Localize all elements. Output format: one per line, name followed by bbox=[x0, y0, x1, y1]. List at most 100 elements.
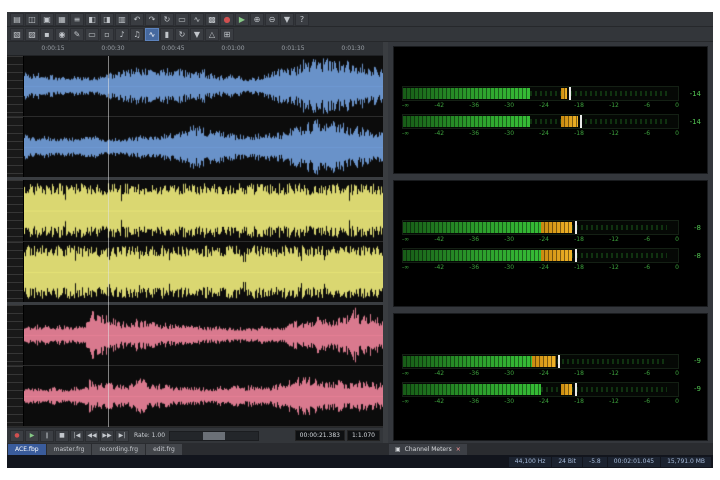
waveform-canvas[interactable] bbox=[24, 242, 383, 302]
undo-icon[interactable]: ↶ bbox=[130, 13, 144, 26]
peak-readout[interactable]: -9 bbox=[679, 357, 701, 365]
track-3-channel-left[interactable] bbox=[7, 305, 383, 366]
record-button[interactable]: ● bbox=[10, 430, 24, 442]
file-tab-edit-frg[interactable]: edit.frg bbox=[146, 444, 182, 455]
plugin-chain-icon[interactable]: ⊞ bbox=[220, 28, 234, 41]
meter-peak-line bbox=[558, 355, 560, 368]
markers-bar-icon[interactable]: ▼ bbox=[190, 28, 204, 41]
waveform-canvas[interactable] bbox=[24, 56, 383, 116]
track-1-channel-right[interactable] bbox=[7, 117, 383, 180]
record-icon[interactable]: ● bbox=[220, 13, 234, 26]
peak-readout[interactable]: -8 bbox=[679, 224, 701, 232]
zoom-out-icon[interactable]: ⊖ bbox=[265, 13, 279, 26]
horizontal-scrollbar[interactable] bbox=[169, 431, 259, 441]
zoom-in-icon[interactable]: ⊕ bbox=[250, 13, 264, 26]
open-file-icon[interactable]: ◫ bbox=[25, 13, 39, 26]
channel-meters-tab[interactable]: ▣ Channel Meters × bbox=[389, 444, 467, 455]
waveform-canvas[interactable] bbox=[24, 180, 383, 240]
track-3-channel-right[interactable] bbox=[7, 366, 383, 427]
cut-icon[interactable]: ◧ bbox=[85, 13, 99, 26]
meter-scale: -∞-42-36-30-24-18-12-60 bbox=[402, 370, 679, 377]
repeat-icon[interactable]: ↻ bbox=[160, 13, 174, 26]
trim-icon[interactable]: ▭ bbox=[175, 13, 189, 26]
workspace-icon[interactable]: ▨ bbox=[25, 28, 39, 41]
paste-icon[interactable]: ▥ bbox=[115, 13, 129, 26]
peak-readout[interactable]: -8 bbox=[679, 252, 701, 260]
waveform-canvas[interactable] bbox=[24, 366, 383, 426]
waveform-area[interactable] bbox=[24, 242, 383, 302]
waveform-area[interactable] bbox=[24, 305, 383, 365]
playhead-cursor[interactable] bbox=[108, 56, 109, 427]
meter-scale-label: -42 bbox=[434, 370, 444, 377]
level-meter-bar[interactable] bbox=[402, 86, 679, 101]
play-button[interactable]: ▶ bbox=[25, 430, 39, 442]
play-device-icon[interactable]: ▶ bbox=[235, 13, 249, 26]
help-icon[interactable]: ? bbox=[295, 13, 309, 26]
loop-playback-icon[interactable]: ↻ bbox=[175, 28, 189, 41]
time-ruler-label: 0:00:30 bbox=[101, 45, 124, 52]
peak-readout[interactable]: -14 bbox=[679, 90, 701, 98]
waveform-area[interactable] bbox=[24, 366, 383, 426]
meter-scale-label: -36 bbox=[469, 236, 479, 243]
file-tab-master-frg[interactable]: master.frg bbox=[47, 444, 92, 455]
pin-icon[interactable]: ▣ bbox=[395, 445, 401, 454]
time-ruler-label: 0:01:15 bbox=[281, 45, 304, 52]
pause-button[interactable]: ∥ bbox=[40, 430, 54, 442]
meter-scale: -∞-42-36-30-24-18-12-60 bbox=[402, 236, 679, 243]
tracks-area[interactable] bbox=[7, 56, 383, 427]
crossfade-icon[interactable]: △ bbox=[205, 28, 219, 41]
rewind-button[interactable]: ◀◀ bbox=[85, 430, 99, 442]
go-to-end-button[interactable]: ▶| bbox=[115, 430, 129, 442]
waveform-canvas[interactable] bbox=[24, 117, 383, 177]
waveform-area[interactable] bbox=[24, 56, 383, 116]
playlist-icon[interactable]: ♫ bbox=[130, 28, 144, 41]
peak-readout[interactable]: -9 bbox=[679, 385, 701, 393]
level-meter-bar[interactable] bbox=[402, 354, 679, 369]
close-icon[interactable]: × bbox=[456, 445, 461, 454]
peak-readout[interactable]: -14 bbox=[679, 118, 701, 126]
redo-icon[interactable]: ↷ bbox=[145, 13, 159, 26]
meter-scale-label: -12 bbox=[609, 370, 619, 377]
track-2-channel-right[interactable] bbox=[7, 242, 383, 305]
snap-icon[interactable]: ▫ bbox=[100, 28, 114, 41]
level-meter-bar[interactable] bbox=[402, 114, 679, 129]
meter-green-fill bbox=[403, 384, 541, 395]
file-tab-ace-fbp[interactable]: ACE.fbp bbox=[8, 444, 46, 455]
meter-scale-label: -30 bbox=[504, 236, 514, 243]
mixer-icon[interactable]: ▩ bbox=[205, 13, 219, 26]
track-1-channel-left[interactable] bbox=[7, 56, 383, 117]
edit-tool-icon[interactable]: ▪ bbox=[40, 28, 54, 41]
level-meter-bar[interactable] bbox=[402, 220, 679, 235]
waveform-area[interactable] bbox=[24, 180, 383, 240]
time-ruler[interactable]: 0:00:150:00:300:00:450:01:000:01:150:01:… bbox=[7, 42, 383, 56]
meters-view-icon[interactable]: ▮ bbox=[160, 28, 174, 41]
meter-peak-hold-segment bbox=[561, 384, 572, 395]
waveform-area[interactable] bbox=[24, 117, 383, 177]
magnify-tool-icon[interactable]: ◉ bbox=[55, 28, 69, 41]
explorer-icon[interactable]: ▧ bbox=[10, 28, 24, 41]
spectrum-view-icon[interactable]: ∿ bbox=[145, 28, 159, 41]
properties-icon[interactable]: ≡ bbox=[70, 13, 84, 26]
go-to-start-button[interactable]: |◀ bbox=[70, 430, 84, 442]
file-tab-recording-frg[interactable]: recording.frg bbox=[92, 444, 145, 455]
normalize-icon[interactable]: ∿ bbox=[190, 13, 204, 26]
pencil-tool-icon[interactable]: ✎ bbox=[70, 28, 84, 41]
meter-scale-label: -30 bbox=[504, 398, 514, 405]
copy-icon[interactable]: ◨ bbox=[100, 13, 114, 26]
marker-icon[interactable]: ▼ bbox=[280, 13, 294, 26]
waveform-canvas[interactable] bbox=[24, 305, 383, 365]
level-meter-bar[interactable] bbox=[402, 248, 679, 263]
regions-list-icon[interactable]: ♪ bbox=[115, 28, 129, 41]
meter-peak-hold-segment bbox=[541, 222, 573, 233]
selection-tool-icon[interactable]: ▭ bbox=[85, 28, 99, 41]
level-meter-bar[interactable] bbox=[402, 382, 679, 397]
new-file-icon[interactable]: ▤ bbox=[10, 13, 24, 26]
track-2-channel-left[interactable] bbox=[7, 180, 383, 241]
save-all-icon[interactable]: ▦ bbox=[55, 13, 69, 26]
meter-group-1: -14-∞-42-36-30-24-18-12-60-14-∞-42-36-30… bbox=[393, 46, 708, 174]
forward-button[interactable]: ▶▶ bbox=[100, 430, 114, 442]
meter-scale-label: -36 bbox=[469, 264, 479, 271]
scrollbar-thumb[interactable] bbox=[203, 432, 224, 440]
save-icon[interactable]: ▣ bbox=[40, 13, 54, 26]
stop-button[interactable]: ■ bbox=[55, 430, 69, 442]
